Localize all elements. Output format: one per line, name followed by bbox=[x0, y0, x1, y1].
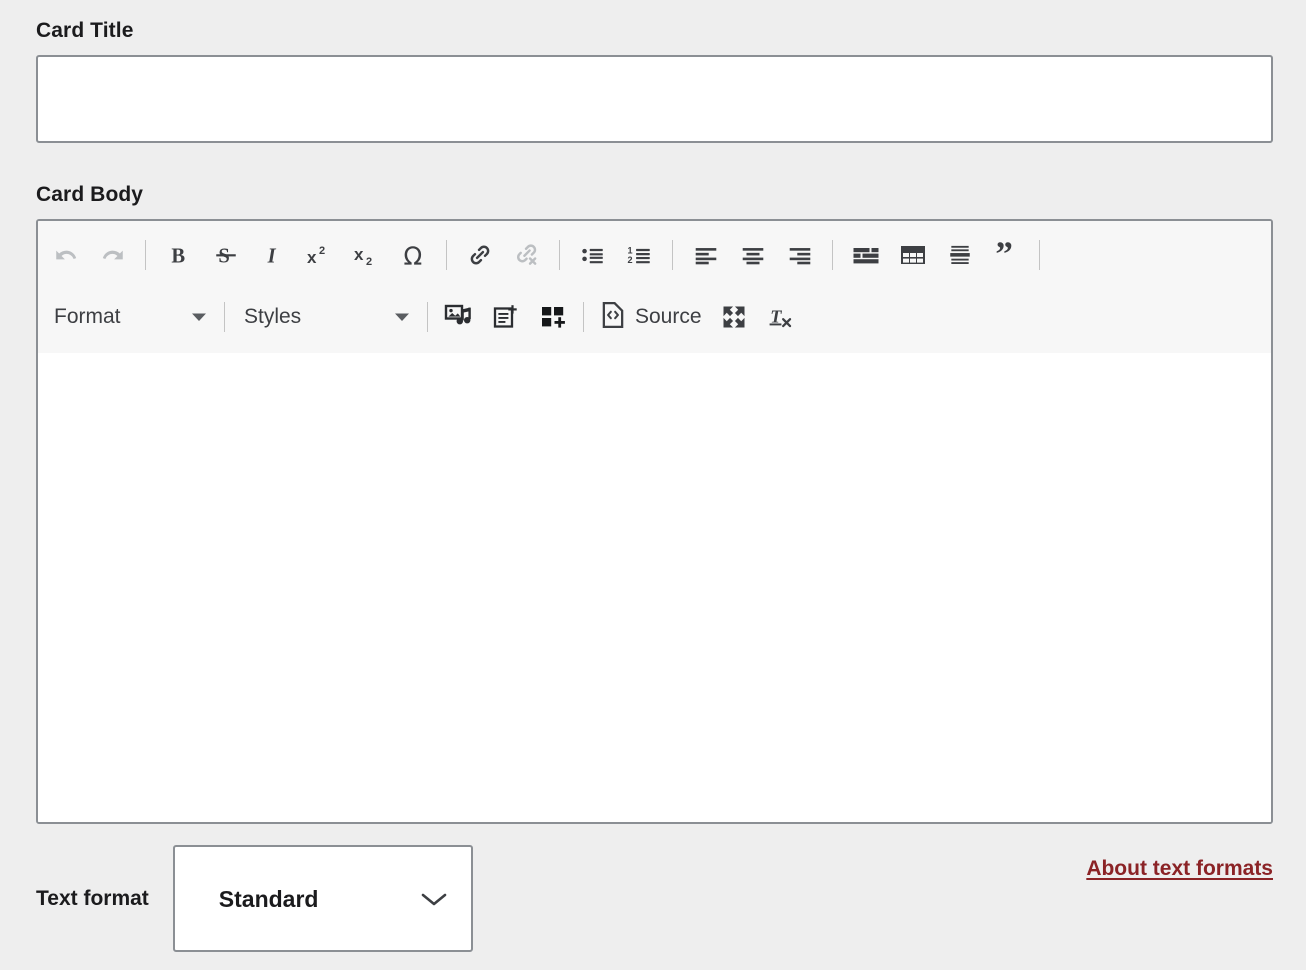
add-component-button[interactable] bbox=[529, 294, 576, 340]
undo-button[interactable] bbox=[42, 232, 89, 278]
toolbar-separator bbox=[832, 239, 833, 270]
card-body-field: Card Body B S I x 2 x 2 Ω 1 2 ” Format S… bbox=[36, 184, 1273, 824]
superscript-icon: x 2 bbox=[306, 242, 334, 268]
svg-text:”: ” bbox=[995, 241, 1013, 269]
text-format-select-wrapper: Standard bbox=[172, 845, 473, 952]
svg-text:B: B bbox=[171, 245, 185, 267]
styles-dropdown[interactable]: Styles bbox=[232, 294, 420, 340]
horizontal-rule-icon bbox=[947, 242, 973, 268]
component-grid-icon bbox=[539, 303, 567, 331]
format-dropdown[interactable]: Format bbox=[42, 294, 217, 340]
subscript-button[interactable]: x 2 bbox=[343, 232, 390, 278]
editor-toolbar: B S I x 2 x 2 Ω 1 2 ” Format Styles Sour… bbox=[38, 221, 1271, 353]
svg-text:2: 2 bbox=[627, 255, 632, 265]
svg-text:1: 1 bbox=[627, 245, 632, 255]
toolbar-separator bbox=[224, 302, 225, 332]
align-left-icon bbox=[693, 242, 719, 268]
ckeditor-container: B S I x 2 x 2 Ω 1 2 ” Format Styles Sour… bbox=[36, 219, 1273, 824]
card-title-label: Card Title bbox=[36, 19, 134, 42]
text-format-row: Text format Standard About text formats bbox=[36, 845, 1273, 955]
remove-format-icon: T bbox=[767, 303, 795, 331]
source-code-icon bbox=[600, 301, 626, 334]
strikethrough-icon: S bbox=[213, 242, 239, 268]
fullscreen-icon bbox=[720, 303, 748, 331]
template-icon bbox=[492, 303, 520, 331]
insert-table-button[interactable] bbox=[889, 232, 936, 278]
align-left-button[interactable] bbox=[682, 232, 729, 278]
align-right-button[interactable] bbox=[776, 232, 823, 278]
block-quote-button[interactable]: ” bbox=[983, 232, 1030, 278]
text-format-group: Text format Standard bbox=[36, 845, 473, 952]
redo-button[interactable] bbox=[89, 232, 136, 278]
fullscreen-button[interactable] bbox=[711, 294, 758, 340]
toolbar-separator bbox=[1039, 239, 1040, 270]
unlink-button[interactable] bbox=[503, 232, 550, 278]
editor-content-area[interactable] bbox=[38, 353, 1271, 822]
card-title-input[interactable] bbox=[36, 55, 1273, 143]
svg-text:S: S bbox=[218, 245, 229, 267]
text-format-label: Text format bbox=[36, 886, 149, 910]
italic-button[interactable]: I bbox=[249, 232, 296, 278]
bold-button[interactable]: B bbox=[155, 232, 202, 278]
unlink-icon bbox=[513, 241, 541, 269]
source-button-label: Source bbox=[635, 305, 702, 328]
insert-template-button[interactable] bbox=[482, 294, 529, 340]
card-title-field: Card Title bbox=[36, 20, 1273, 143]
svg-text:T: T bbox=[770, 306, 782, 326]
bold-icon: B bbox=[166, 242, 192, 268]
link-icon bbox=[466, 241, 494, 269]
card-body-label: Card Body bbox=[36, 183, 144, 206]
styles-dropdown-label: Styles bbox=[244, 305, 302, 328]
numbered-list-button[interactable]: 1 2 bbox=[616, 232, 663, 278]
about-text-formats-link[interactable]: About text formats bbox=[1086, 857, 1273, 881]
svg-text:x: x bbox=[307, 248, 317, 267]
insert-layout-button[interactable] bbox=[842, 232, 889, 278]
align-right-icon bbox=[787, 242, 813, 268]
toolbar-separator bbox=[427, 302, 428, 332]
italic-icon: I bbox=[260, 242, 286, 268]
undo-icon bbox=[53, 242, 79, 268]
table-icon bbox=[899, 242, 927, 268]
media-library-icon bbox=[444, 303, 474, 331]
blockquote-icon: ” bbox=[993, 241, 1021, 269]
text-format-select[interactable]: Standard bbox=[172, 845, 473, 952]
numbered-list-icon: 1 2 bbox=[627, 242, 653, 268]
redo-icon bbox=[100, 242, 126, 268]
toolbar-separator bbox=[583, 302, 584, 332]
format-dropdown-label: Format bbox=[54, 305, 121, 328]
svg-text:I: I bbox=[266, 245, 276, 267]
svg-text:2: 2 bbox=[319, 245, 325, 257]
remove-format-button[interactable]: T bbox=[758, 294, 805, 340]
link-button[interactable] bbox=[456, 232, 503, 278]
source-button[interactable]: Source bbox=[591, 294, 711, 340]
media-library-button[interactable] bbox=[435, 294, 482, 340]
chevron-down-icon bbox=[376, 312, 410, 322]
svg-text:2: 2 bbox=[366, 256, 372, 268]
bulleted-list-button[interactable] bbox=[569, 232, 616, 278]
toolbar-separator bbox=[446, 239, 447, 270]
bulleted-list-icon bbox=[580, 242, 606, 268]
card-edit-form: Card Title Card Body B S I x 2 x 2 Ω 1 2… bbox=[0, 0, 1306, 970]
strikethrough-button[interactable]: S bbox=[202, 232, 249, 278]
svg-text:Ω: Ω bbox=[403, 241, 422, 269]
svg-text:x: x bbox=[354, 245, 364, 264]
toolbar-separator bbox=[559, 239, 560, 270]
layout-grid-icon bbox=[852, 243, 880, 267]
special-character-button[interactable]: Ω bbox=[390, 232, 437, 278]
chevron-down-icon bbox=[173, 312, 207, 322]
toolbar-separator bbox=[145, 239, 146, 270]
subscript-icon: x 2 bbox=[353, 242, 381, 268]
align-center-icon bbox=[740, 242, 766, 268]
superscript-button[interactable]: x 2 bbox=[296, 232, 343, 278]
align-center-button[interactable] bbox=[729, 232, 776, 278]
omega-icon: Ω bbox=[400, 241, 428, 269]
editor-toolbar-row-1: B S I x 2 x 2 Ω 1 2 ” bbox=[42, 224, 1267, 285]
editor-toolbar-row-2: Format Styles Source T bbox=[42, 285, 1267, 349]
toolbar-separator bbox=[672, 239, 673, 270]
horizontal-rule-button[interactable] bbox=[936, 232, 983, 278]
